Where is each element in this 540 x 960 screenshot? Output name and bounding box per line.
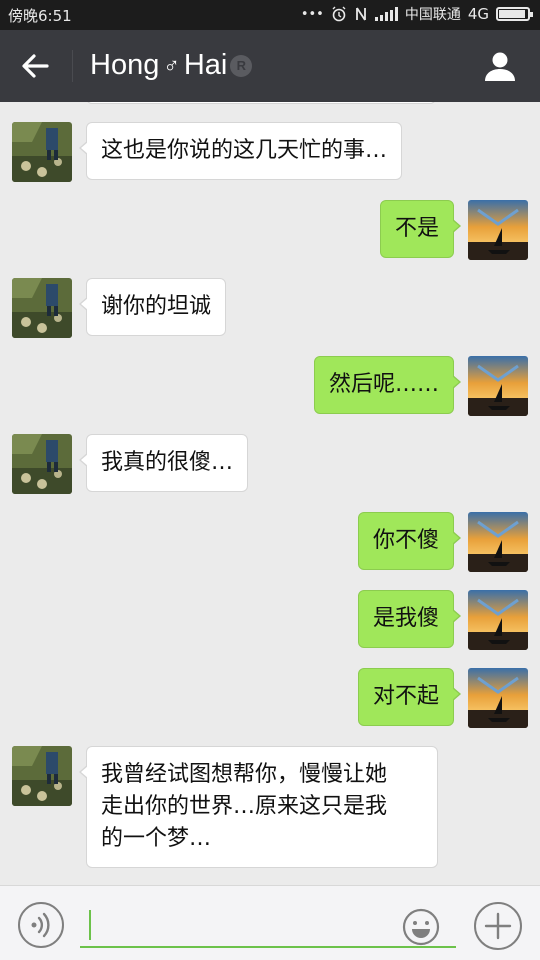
- message-text: 对不起: [372, 684, 439, 709]
- arrow-left-icon: [22, 54, 49, 78]
- contact-avatar[interactable]: [12, 122, 72, 182]
- contact-name-second: Hai: [183, 49, 228, 81]
- emoji-icon: [402, 908, 440, 946]
- contact-name[interactable]: Hong ♂ Hai R: [90, 49, 253, 82]
- message-bubble-received[interactable]: 这也是你说的这几天忙的事…: [78, 122, 403, 180]
- profile-button[interactable]: [482, 48, 518, 84]
- status-bar: 傍晚6:51 ••• 中国联通 4G: [0, 0, 540, 30]
- network-label: 4G: [467, 5, 489, 23]
- message-bubble-received[interactable]: 我曾经试图想帮你，慢慢让她 走出你的世界…原来这只是我 的一个梦…: [79, 746, 438, 868]
- status-icons: ••• 中国联通 4G: [300, 4, 533, 24]
- contact-avatar-image: [12, 122, 72, 182]
- self-avatar-image: [468, 590, 528, 650]
- message-bubble-sent[interactable]: 然后呢……: [313, 356, 462, 414]
- more-button[interactable]: [474, 902, 522, 950]
- carrier-label: 中国联通: [404, 7, 461, 23]
- status-time: 傍晚6:51: [8, 7, 72, 25]
- message-text: 不是: [394, 216, 439, 241]
- self-avatar-image: [468, 200, 528, 260]
- header-divider: [72, 50, 73, 82]
- self-avatar-image: [468, 356, 528, 416]
- message-text: 我真的很傻…: [101, 450, 234, 475]
- signal-icon: [374, 7, 398, 21]
- voice-button[interactable]: [18, 902, 64, 948]
- message-bubble-sent[interactable]: 你不傻: [357, 512, 462, 570]
- previous-bubble-edge: [86, 102, 436, 104]
- contact-avatar-image: [12, 278, 72, 338]
- battery-icon: [496, 7, 533, 21]
- self-avatar[interactable]: [468, 590, 528, 650]
- message-text: 这也是你说的这几天忙的事…: [101, 138, 388, 163]
- self-avatar[interactable]: [468, 200, 528, 260]
- contact-name-first: Hong: [90, 49, 160, 81]
- person-icon: [485, 52, 515, 81]
- chat-header: Hong ♂ Hai R: [0, 30, 540, 102]
- message-input[interactable]: [80, 900, 456, 948]
- message-bubble-sent[interactable]: 对不起: [357, 668, 462, 726]
- message-list[interactable]: 这也是你说的这几天忙的事… 不是 谢你的坦诚 然后呢…… 我真的很傻… 你不傻 …: [0, 102, 540, 885]
- self-avatar-image: [468, 512, 528, 572]
- contact-avatar[interactable]: [12, 746, 72, 806]
- alarm-icon: [332, 6, 346, 22]
- message-text-line: 走出你的世界…原来这只是我: [101, 794, 388, 819]
- message-text: 是我傻: [372, 606, 439, 631]
- dots-icon: •••: [300, 6, 324, 22]
- message-bubble-sent[interactable]: 是我傻: [357, 590, 462, 648]
- registered-badge-icon: R: [230, 54, 253, 77]
- gender-icon: ♂: [163, 52, 180, 78]
- input-bar: [0, 885, 540, 960]
- contact-avatar[interactable]: [12, 278, 72, 338]
- message-text-line: 的一个梦…: [101, 826, 212, 851]
- message-text: 谢你的坦诚: [101, 294, 212, 319]
- contact-avatar-image: [12, 746, 72, 806]
- message-bubble-received[interactable]: 谢你的坦诚: [78, 278, 227, 336]
- self-avatar[interactable]: [468, 668, 528, 728]
- self-avatar[interactable]: [468, 356, 528, 416]
- self-avatar-image: [468, 668, 528, 728]
- self-avatar[interactable]: [468, 512, 528, 572]
- contact-avatar-image: [12, 434, 72, 494]
- contact-avatar[interactable]: [12, 434, 72, 494]
- message-bubble-received[interactable]: 我真的很傻…: [78, 434, 249, 492]
- text-cursor: [89, 910, 91, 940]
- voice-icon: [31, 912, 50, 938]
- message-text: 然后呢……: [328, 372, 439, 397]
- message-bubble-sent[interactable]: 不是: [379, 200, 462, 258]
- back-button[interactable]: [14, 44, 58, 88]
- nfc-icon: [355, 7, 366, 21]
- message-text-line: 我曾经试图想帮你，慢慢让她: [101, 762, 388, 787]
- plus-icon: [484, 912, 512, 940]
- emoji-button[interactable]: [402, 908, 440, 946]
- message-text: 你不傻: [372, 528, 439, 553]
